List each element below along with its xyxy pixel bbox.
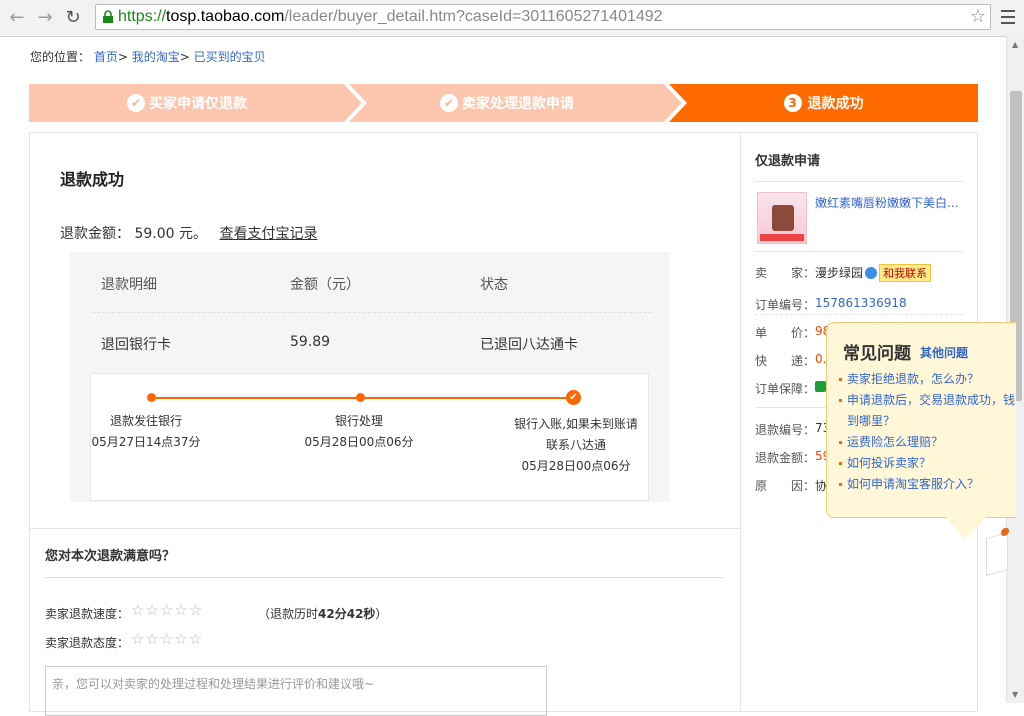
divider [755, 251, 963, 252]
attitude-rating-label: 卖家退款态度： [45, 636, 130, 650]
breadcrumb-label: 您的位置： [30, 50, 91, 64]
product-name-link[interactable]: 嫩红素嘴唇粉嫩嫩下美白... [815, 194, 965, 211]
faq-title: 常见问题 [843, 344, 911, 364]
seller-name[interactable]: 漫步绿园 [815, 266, 863, 280]
browser-toolbar: ← → ↻ https://tosp.taobao.com/leader/buy… [0, 0, 1024, 37]
check-icon: ✔ [440, 94, 458, 112]
check-icon: ✔ [127, 94, 145, 112]
satisfaction-title: 您对本次退款满意吗？ [45, 549, 176, 564]
breadcrumb: 您的位置： 首页> 我的淘宝> 已买到的宝贝 [30, 50, 266, 64]
faq-popup-tail [946, 517, 986, 539]
order-number[interactable]: 157861336918 [815, 296, 907, 310]
faq-more-link[interactable]: 其他问题 [920, 344, 968, 361]
cell-status: 已退回八达通卡 [480, 337, 578, 353]
faq-helper-icon[interactable] [986, 526, 1009, 576]
col-header-detail: 退款明细 [101, 277, 157, 293]
speed-rating-label: 卖家退款速度： [45, 607, 130, 621]
divider [45, 577, 723, 578]
address-bar[interactable]: https://tosp.taobao.com/leader/buyer_det… [95, 4, 991, 30]
browser-menu-icon[interactable] [997, 6, 1019, 28]
cell-amount: 59.89 [290, 334, 331, 350]
attitude-star-rating[interactable]: ☆☆☆☆☆ [131, 630, 203, 648]
progress-step-3: 银行入账,如果未到账请 联系八达通 05月28日00点06分 [514, 417, 638, 473]
refund-amount: 59.00 [134, 226, 175, 242]
step-buyer-apply: ✔ 买家申请仅退款 [29, 84, 345, 122]
faq-item[interactable]: 申请退款后，交易退款成功，钱 [839, 390, 1015, 411]
faq-item[interactable]: 如何投诉卖家？ [839, 453, 1015, 474]
forward-icon[interactable]: → [34, 6, 56, 28]
elapsed-time: （退款历时42分42秒） [258, 607, 388, 621]
lock-icon [103, 10, 113, 23]
refund-detail-box: 退款明细 金额（元） 状态 退回银行卡 59.89 已退回八达通卡 ✔ 退款发往… [70, 252, 670, 502]
reload-icon[interactable]: ↻ [62, 6, 84, 28]
progress-dot [147, 393, 156, 402]
wangwang-icon[interactable] [865, 267, 878, 279]
breadcrumb-home[interactable]: 首页 [94, 50, 118, 64]
page-title: 退款成功 [60, 170, 125, 189]
order-guarantee [815, 380, 826, 394]
faq-list: 卖家拒绝退款，怎么办？ 申请退款后，交易退款成功，钱 到哪里？ 运费险怎么理赔？… [839, 369, 1015, 495]
step-refund-success: 3 退款成功 [669, 84, 978, 122]
col-header-status: 状态 [480, 277, 508, 293]
scroll-down-icon[interactable]: ▼ [1012, 690, 1018, 699]
breadcrumb-bought-items[interactable]: 已买到的宝贝 [194, 50, 266, 64]
url-text: https://tosp.taobao.com/leader/buyer_det… [118, 8, 663, 25]
contact-seller-button[interactable]: 和我联系 [879, 264, 932, 282]
seller-info: 漫步绿园 和我联系 [815, 264, 932, 282]
scroll-up-icon[interactable]: ▲ [1012, 40, 1018, 49]
faq-popup: 常见问题 其他问题 卖家拒绝退款，怎么办？ 申请退款后，交易退款成功，钱 到哪里… [826, 322, 1016, 518]
progress-done-icon: ✔ [566, 390, 581, 405]
progress-dot [356, 393, 365, 402]
divider [92, 312, 652, 313]
faq-item[interactable]: 卖家拒绝退款，怎么办？ [839, 369, 1015, 390]
col-header-amount: 金额（元） [290, 277, 360, 293]
faq-item[interactable]: 运费险怎么理赔？ [839, 432, 1015, 453]
divider [755, 181, 963, 182]
speed-star-rating[interactable]: ☆☆☆☆☆ [131, 601, 203, 619]
faq-item[interactable]: 到哪里？ [839, 411, 1015, 432]
guarantee-icon [815, 381, 826, 392]
breadcrumb-my-taobao[interactable]: 我的淘宝 [132, 50, 180, 64]
comment-textarea[interactable]: 亲，您可以对卖家的处理过程和处理结果进行评价和建议哦~ [45, 666, 547, 716]
divider [755, 314, 963, 315]
bookmark-star-icon[interactable]: ☆ [970, 6, 986, 27]
alipay-record-link[interactable]: 查看支付宝记录 [219, 226, 317, 242]
progress-step-2: 银行处理 05月28日00点06分 [304, 414, 414, 449]
side-title: 仅退款申请 [755, 154, 821, 169]
step-number: 3 [783, 94, 802, 112]
faq-item[interactable]: 如何申请淘宝客服介入？ [839, 474, 1015, 495]
shipping-fee: 0. [815, 352, 827, 366]
back-icon[interactable]: ← [6, 6, 28, 28]
cell-detail: 退回银行卡 [101, 337, 171, 353]
divider [30, 528, 740, 529]
step-seller-process: ✔ 卖家处理退款申请 [349, 84, 665, 122]
progress-step-1: 退款发往银行 05月27日14点37分 [91, 414, 201, 449]
refund-amount-line: 退款金额： 59.00 元。 查看支付宝记录 [60, 226, 318, 242]
product-image[interactable] [757, 192, 807, 244]
refund-progress: ✔ 退款发往银行 05月27日14点37分 银行处理 05月28日00点06分 银行… [90, 373, 649, 501]
